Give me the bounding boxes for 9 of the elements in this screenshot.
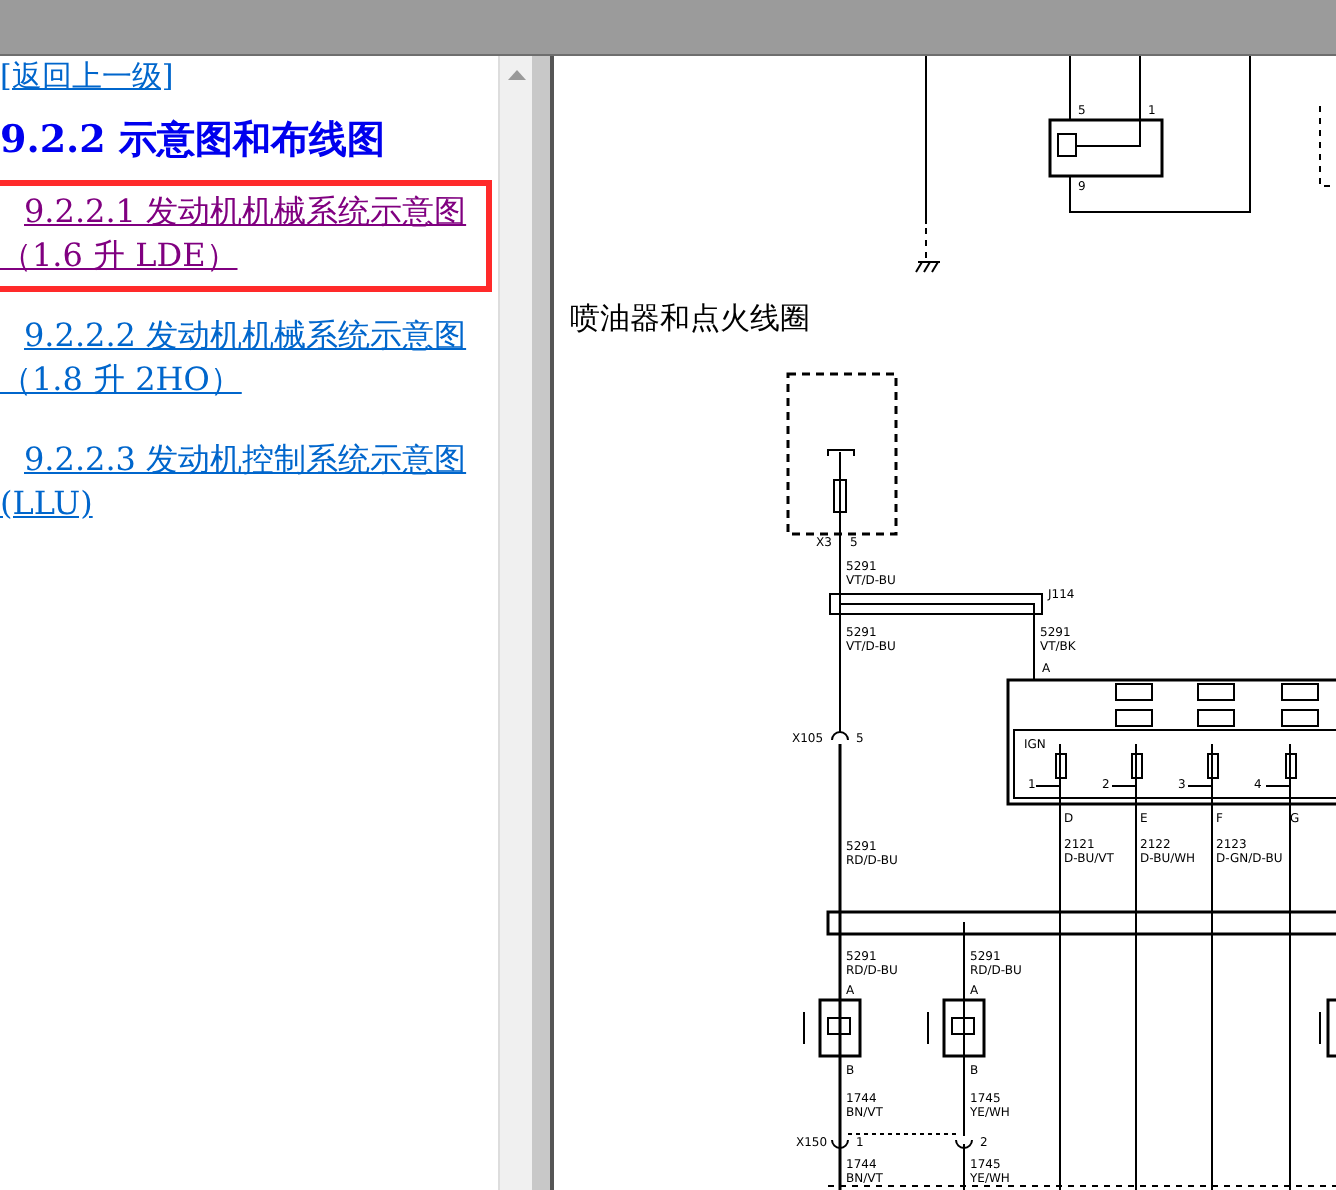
scroll-up-icon[interactable]	[507, 70, 526, 80]
topic-link[interactable]: 9.2.2.1 发动机机械系统示意图（1.6 升 LDE）	[0, 180, 492, 292]
pane-splitter[interactable]	[532, 56, 554, 1190]
diagram-title: 喷油器和点火线圈	[570, 300, 810, 338]
scrollbar[interactable]	[498, 56, 532, 1190]
section-heading: 9.2.2 示意图和布线图	[0, 116, 386, 164]
topic-link[interactable]: 9.2.2.2 发动机机械系统示意图（1.8 升 2HO）	[0, 304, 492, 416]
topic-link[interactable]: 9.2.2.3 发动机控制系统示意图 (LLU)	[0, 428, 492, 540]
back-link[interactable]: [返回上一级]	[0, 56, 174, 96]
